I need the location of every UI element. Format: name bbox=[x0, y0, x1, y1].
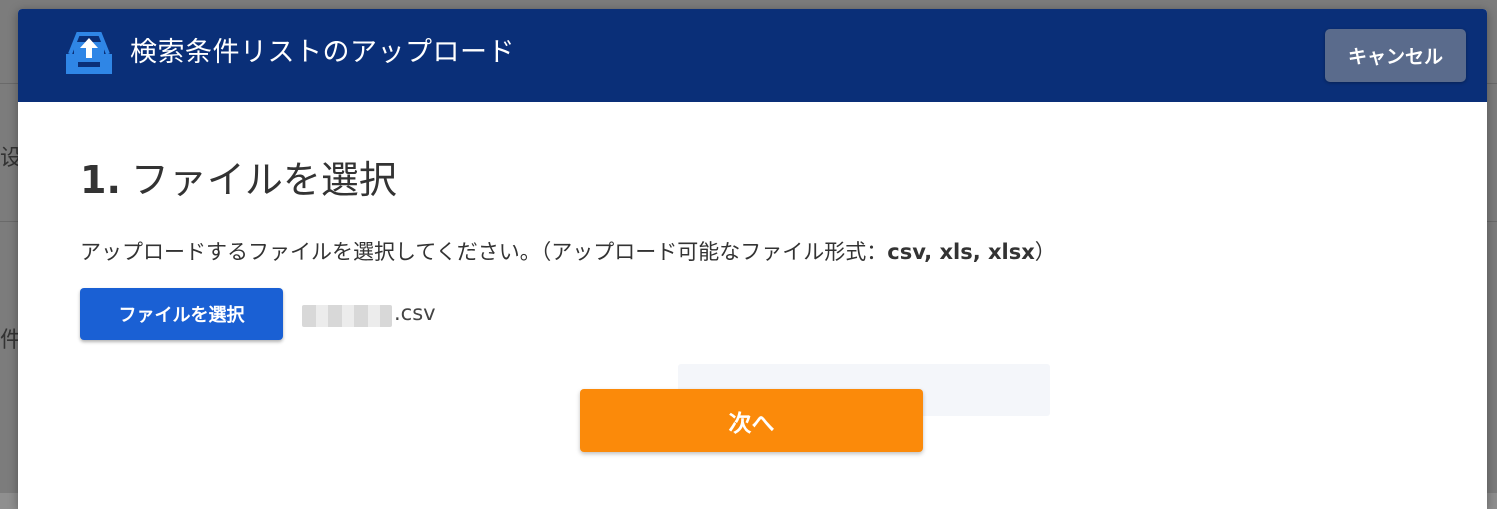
choose-file-button[interactable]: ファイルを選択 bbox=[80, 288, 283, 340]
modal-header: 検索条件リストのアップロード キャンセル bbox=[18, 9, 1487, 102]
instructions-text: アップロードするファイルを選択してください。（アップロード可能なファイル形式： bbox=[80, 240, 888, 264]
next-button[interactable]: 次へ bbox=[580, 389, 923, 452]
step-title: ファイルを選択 bbox=[130, 158, 397, 202]
step-heading: 1. ファイルを選択 bbox=[80, 152, 397, 208]
selected-file-extension: .csv bbox=[394, 301, 436, 325]
upload-instructions: アップロードするファイルを選択してください。（アップロード可能なファイル形式：c… bbox=[80, 237, 1056, 267]
instructions-suffix: ） bbox=[1034, 240, 1056, 264]
selected-file-name-redacted bbox=[302, 305, 392, 327]
modal-title: 検索条件リストのアップロード bbox=[130, 37, 515, 68]
step-number: 1. bbox=[80, 158, 121, 202]
upload-modal: 検索条件リストのアップロード キャンセル 1. ファイルを選択 アップロードするフ… bbox=[18, 9, 1487, 509]
cancel-button[interactable]: キャンセル bbox=[1325, 29, 1466, 82]
upload-tray-icon bbox=[66, 32, 112, 74]
allowed-formats: csv, xls, xlsx bbox=[887, 240, 1035, 264]
